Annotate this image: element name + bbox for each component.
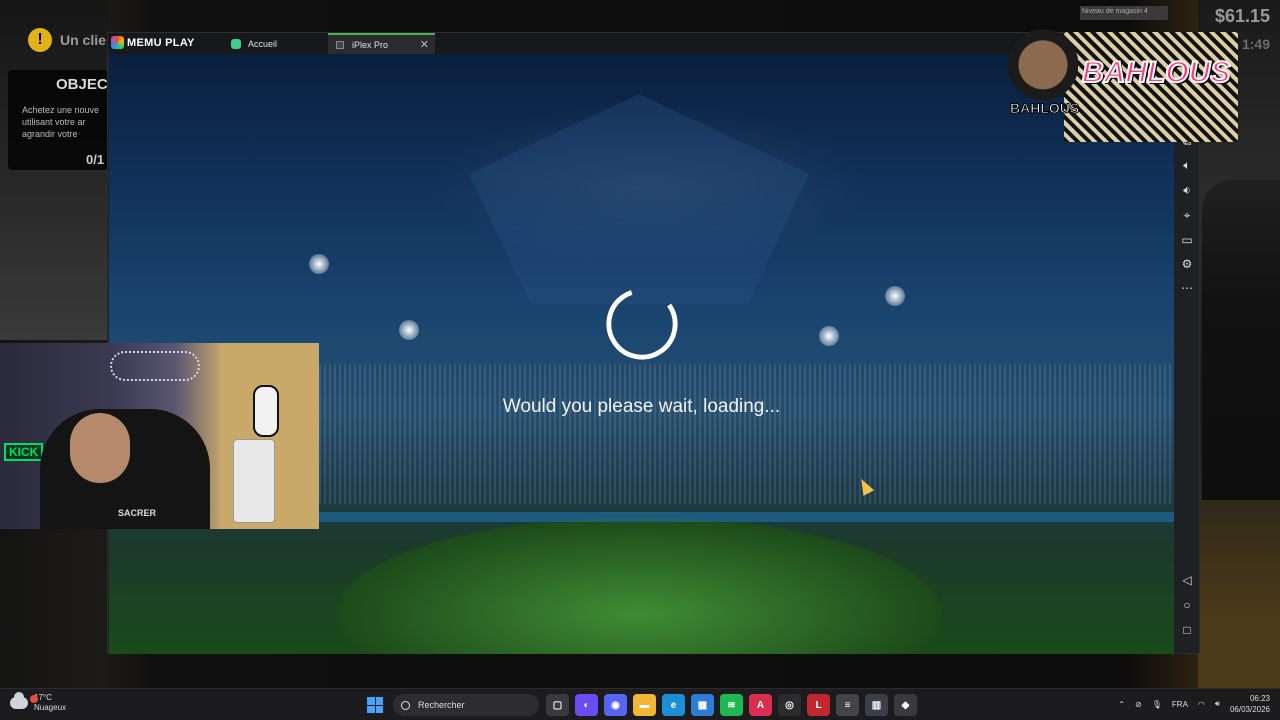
volume-up-icon[interactable]: 🔈︎ <box>1179 157 1195 173</box>
webcam-feed: KICK SACRER <box>0 343 319 529</box>
memu-icon[interactable]: ◆ <box>894 694 917 716</box>
memu-logo-text: MEMU PLAY <box>127 36 195 49</box>
taskbar-search[interactable]: Rechercher <box>393 694 539 716</box>
home-app-icon <box>231 38 241 49</box>
app-icon <box>336 40 344 49</box>
search-icon <box>401 700 410 710</box>
language-indicator[interactable]: FRA <box>1172 700 1188 709</box>
tab-label: Accueil <box>248 38 278 49</box>
clock-time: 06:23 <box>1249 694 1270 703</box>
memu-logo: MEMU PLAY <box>111 36 195 49</box>
task-view-icon[interactable]: ▢ <box>546 694 569 716</box>
spotify-icon[interactable]: ≋ <box>720 694 743 716</box>
clock[interactable]: 06:23 06/03/2026 <box>1230 693 1270 715</box>
app-gray-icon[interactable]: ≡ <box>836 694 859 716</box>
store-icon[interactable]: ▦ <box>691 694 714 716</box>
wifi-icon[interactable]: ◠ <box>1198 700 1205 709</box>
tab-iplex-pro[interactable]: iPlex Pro ✕ <box>328 33 435 54</box>
brand-name: BAHLOUS <box>1081 55 1231 90</box>
app-red-icon[interactable]: L <box>807 694 830 716</box>
quest-title: OBJEC <box>56 76 108 93</box>
money-sub: 1:49 <box>1241 36 1270 52</box>
weather-desc: Nuageux <box>34 703 67 712</box>
shirt-text: SACRER <box>118 508 157 518</box>
recents-icon[interactable]: □ <box>1179 622 1195 638</box>
kick-sign: KICK <box>4 443 44 461</box>
quest-panel: OBJEC Achetez une nouve utilisant votre … <box>8 70 108 170</box>
arc-icon[interactable]: A <box>749 694 772 716</box>
starball-roof <box>469 94 809 304</box>
stadium-light <box>309 254 329 274</box>
avatar-label: BAHLOUS <box>1009 100 1080 117</box>
game-notice: ! Un clie <box>28 28 106 52</box>
webcam-heater <box>233 439 275 523</box>
edge-icon[interactable]: e <box>662 694 685 716</box>
loading-spinner-icon <box>606 288 678 360</box>
app-building-icon[interactable]: ▥ <box>865 694 888 716</box>
webcam-person-head <box>70 413 130 483</box>
clock-date: 06/03/2026 <box>1229 705 1270 714</box>
webcam-plush <box>253 385 279 437</box>
quest-description: Achetez une nouve utilisant votre ar agr… <box>22 105 100 139</box>
character-silhouette <box>1202 180 1280 500</box>
system-tray: ⌃ ⊘ 🎙︎ FRA ◠ 🔊︎ 06:23 06/03/2026 <box>1118 693 1270 715</box>
close-icon[interactable]: ✕ <box>420 38 429 51</box>
memu-logo-icon <box>111 36 124 49</box>
volume-down-icon[interactable]: 🔉︎ <box>1179 182 1195 198</box>
windows-taskbar: 17°C Nuageux Rechercher ▢ ◐ ◉ ▬ e ▦ ≋ A ◎ L ≡ ▥ ◆ ⌃ … <box>0 688 1280 720</box>
copilot-icon[interactable]: ◐ <box>575 694 598 716</box>
obs-icon[interactable]: ◎ <box>778 694 801 716</box>
warning-icon: ! <box>28 28 52 52</box>
notice-text: Un clie <box>60 32 106 48</box>
streamer-overlay: BAHLOUS BAHLOUS <box>1008 20 1238 142</box>
home-icon[interactable]: ○ <box>1179 597 1195 613</box>
streamer-avatar <box>1008 20 1078 138</box>
folder-icon[interactable]: ▭ <box>1179 232 1195 248</box>
quest-count: 0/1 <box>86 152 105 167</box>
file-explorer-icon[interactable]: ▬ <box>633 694 656 716</box>
webcam-string-lights <box>110 351 200 381</box>
microphone-icon[interactable]: 🎙︎ <box>1152 700 1162 709</box>
tab-accueil[interactable]: Accueil <box>228 33 328 54</box>
discord-icon[interactable]: ◉ <box>604 694 627 716</box>
stadium-light <box>399 320 419 340</box>
stadium-light <box>885 286 905 306</box>
stadium-light <box>819 326 839 346</box>
level-label: Niveau de magasin 4 <box>1080 6 1168 20</box>
taskbar-apps: ▢ ◐ ◉ ▬ e ▦ ≋ A ◎ L ≡ ▥ ◆ <box>546 694 917 716</box>
weather-widget[interactable]: 17°C Nuageux <box>10 692 67 713</box>
search-placeholder: Rechercher <box>418 700 465 710</box>
location-icon[interactable]: ⌖ <box>1179 207 1195 223</box>
back-icon[interactable]: ◁ <box>1179 572 1195 588</box>
speaker-icon[interactable]: 🔊︎ <box>1215 699 1220 709</box>
tab-label: iPlex Pro <box>352 39 389 50</box>
settings-icon[interactable]: ⚙ <box>1179 256 1195 272</box>
chevron-up-icon[interactable]: ⌃ <box>1118 700 1125 709</box>
cloud-icon <box>10 692 28 709</box>
windows-start-icon[interactable] <box>367 697 383 713</box>
network-off-icon[interactable]: ⊘ <box>1135 700 1142 709</box>
weather-temp: 17°C <box>34 693 52 702</box>
weather-alert-badge <box>30 695 38 703</box>
more-icon[interactable]: ⋯ <box>1179 280 1195 296</box>
